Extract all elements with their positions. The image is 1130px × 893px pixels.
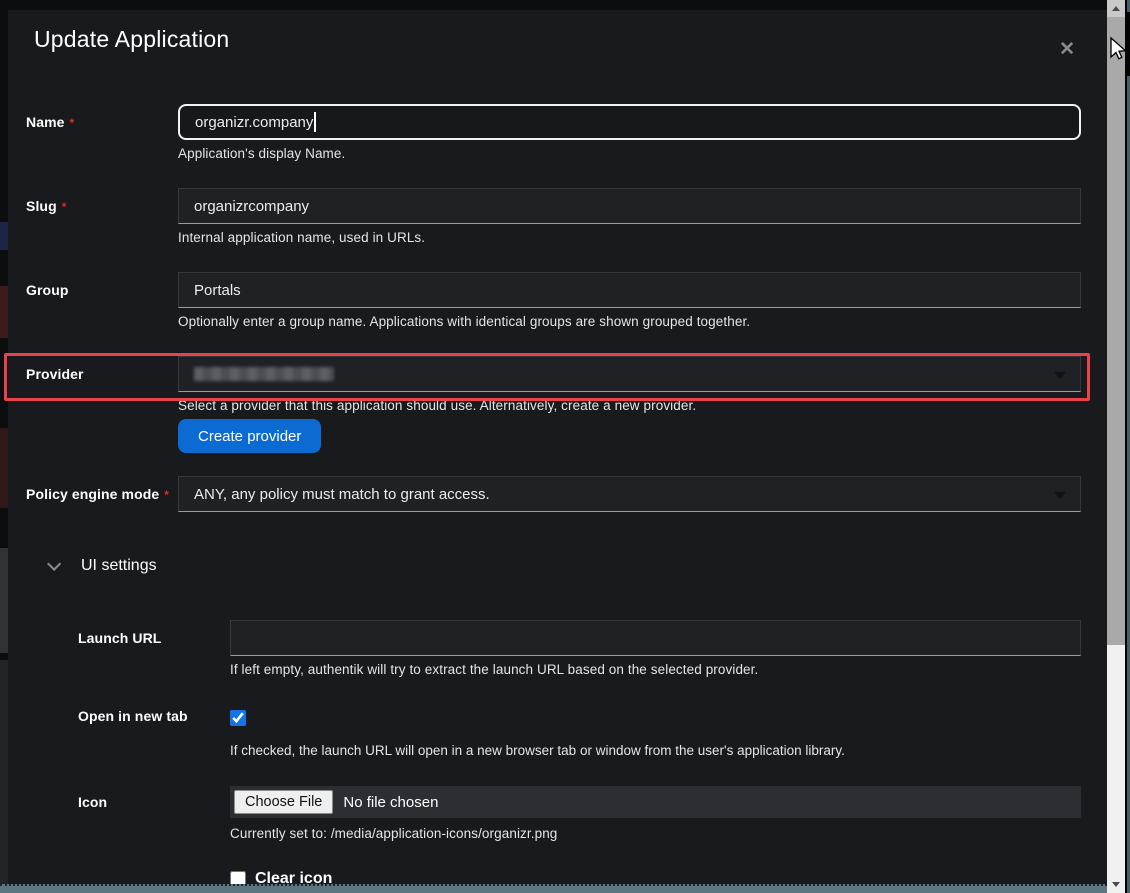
vertical-scrollbar[interactable]	[1107, 0, 1125, 893]
policy-engine-mode-value: ANY, any policy must match to grant acce…	[194, 486, 490, 503]
arrow-down-icon	[1112, 882, 1120, 887]
provider-select[interactable]	[178, 356, 1081, 392]
slug-input[interactable]: organizrcompany	[178, 188, 1081, 224]
launch-url-label: Launch URL	[78, 620, 230, 677]
application-form: Name* organizr.company Application's dis…	[26, 104, 1081, 884]
provider-row: Provider Select a provider that this app…	[26, 356, 1081, 453]
required-asterisk: *	[164, 488, 169, 502]
backdrop-fragment	[0, 660, 8, 884]
group-help: Optionally enter a group name. Applicati…	[178, 314, 1081, 329]
slug-label: Slug*	[26, 188, 178, 245]
close-icon[interactable]: ✕	[1059, 40, 1075, 59]
file-status-text: No file chosen	[343, 794, 438, 811]
required-asterisk: *	[62, 200, 67, 214]
name-input[interactable]: organizr.company	[178, 104, 1081, 140]
group-row: Group Portals Optionally enter a group n…	[26, 272, 1081, 329]
slug-help: Internal application name, used in URLs.	[178, 230, 1081, 245]
clear-icon-label-spacer	[78, 874, 230, 884]
open-in-new-tab-label: Open in new tab	[78, 707, 230, 758]
slug-row: Slug* organizrcompany Internal applicati…	[26, 188, 1081, 245]
icon-file-input[interactable]: Choose File No file chosen	[230, 786, 1081, 818]
policy-engine-mode-row: Policy engine mode* ANY, any policy must…	[26, 476, 1081, 512]
open-in-new-tab-checkbox[interactable]	[230, 710, 246, 726]
clear-icon-row: Clear icon	[26, 870, 1081, 884]
launch-url-row: Launch URL If left empty, authentik will…	[26, 620, 1081, 677]
group-input[interactable]: Portals	[178, 272, 1081, 308]
name-label: Name*	[26, 104, 178, 161]
scrollbar-thumb[interactable]	[1107, 17, 1125, 645]
ui-settings-section-toggle[interactable]: UI settings	[26, 556, 1081, 576]
backdrop-fragment	[0, 222, 8, 250]
backdrop-fragment	[0, 428, 8, 508]
icon-row: Icon Choose File No file chosen Currentl…	[26, 786, 1081, 841]
provider-label: Provider	[26, 356, 178, 453]
icon-help: Currently set to: /media/application-ico…	[230, 826, 1081, 841]
update-application-modal: Update Application ✕ Name* organizr.comp…	[8, 10, 1107, 884]
policy-engine-mode-label: Policy engine mode*	[26, 476, 178, 512]
provider-help: Select a provider that this application …	[178, 398, 1081, 413]
slug-value: organizrcompany	[194, 198, 309, 215]
chevron-down-icon	[47, 557, 61, 571]
clear-icon-checkbox[interactable]	[230, 871, 246, 884]
name-help: Application's display Name.	[178, 146, 1081, 161]
group-value: Portals	[194, 282, 241, 299]
open-in-new-tab-help: If checked, the launch URL will open in …	[230, 743, 1081, 758]
create-provider-button[interactable]: Create provider	[178, 419, 321, 453]
required-asterisk: *	[70, 116, 75, 130]
arrow-up-icon	[1112, 6, 1120, 11]
provider-redacted-value	[194, 367, 334, 381]
launch-url-help: If left empty, authentik will try to ext…	[230, 662, 1081, 677]
scroll-down-button[interactable]	[1107, 876, 1125, 893]
ui-settings-section-label: UI settings	[81, 557, 157, 575]
icon-label: Icon	[78, 786, 230, 841]
text-cursor	[314, 112, 316, 132]
chevron-down-icon	[1054, 492, 1066, 499]
chevron-down-icon	[1054, 372, 1066, 379]
scroll-up-button[interactable]	[1107, 0, 1125, 17]
backdrop-fragment	[0, 286, 8, 338]
modal-title: Update Application	[34, 26, 1081, 60]
clear-icon-label: Clear icon	[255, 870, 332, 884]
name-row: Name* organizr.company Application's dis…	[26, 104, 1081, 161]
page: Update Application ✕ Name* organizr.comp…	[0, 0, 1130, 893]
name-value: organizr.company	[195, 114, 313, 131]
policy-engine-mode-select[interactable]: ANY, any policy must match to grant acce…	[178, 476, 1081, 512]
backdrop-fragment	[0, 548, 8, 653]
open-in-new-tab-row: Open in new tab If checked, the launch U…	[26, 707, 1081, 758]
group-label: Group	[26, 272, 178, 329]
choose-file-button[interactable]: Choose File	[234, 790, 333, 814]
launch-url-input[interactable]	[230, 620, 1081, 656]
backdrop-bottom-strip	[0, 884, 1107, 893]
